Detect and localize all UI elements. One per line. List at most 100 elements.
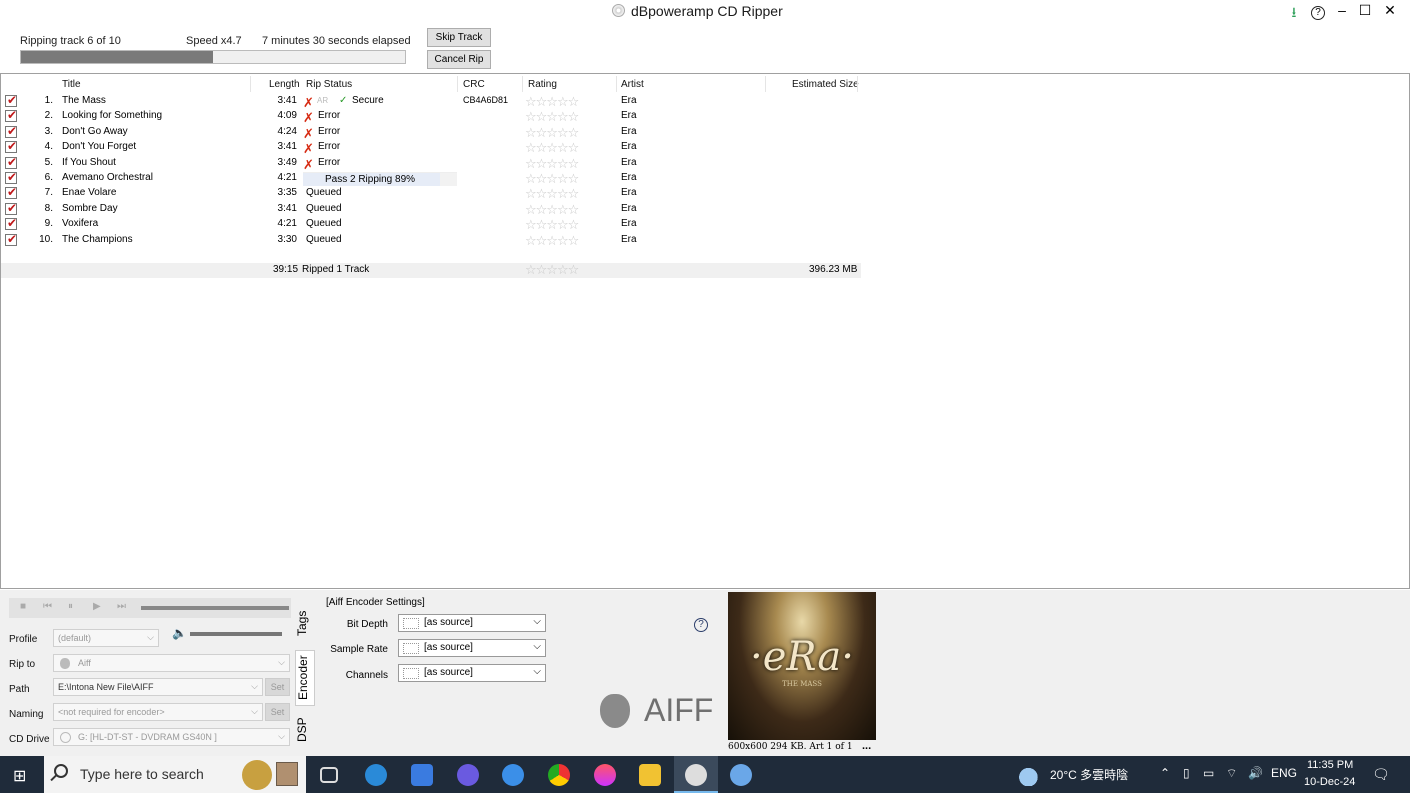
rating-stars[interactable]: ☆☆☆☆☆ (525, 218, 579, 232)
track-checkbox[interactable] (5, 124, 17, 138)
rating-stars[interactable]: ☆☆☆☆☆ (525, 202, 579, 217)
track-title[interactable]: Don't You Forget (62, 141, 136, 152)
rating-stars[interactable]: ☆☆☆☆☆ (525, 233, 579, 248)
track-artist[interactable]: Era (621, 187, 637, 198)
rating-stars[interactable]: ☆☆☆☆☆ (525, 110, 579, 124)
track-checkbox[interactable] (5, 185, 17, 200)
channels-select[interactable]: [as source] ⌵ (398, 664, 546, 682)
previous-icon[interactable]: ⏮ (43, 601, 52, 612)
close-button[interactable]: ✕ (1380, 2, 1400, 19)
maximize-button[interactable]: ☐ (1355, 2, 1375, 19)
track-checkbox[interactable] (5, 108, 17, 123)
weather-text[interactable]: 20°C 多雲時陰 (1050, 766, 1128, 783)
internet-explorer-icon[interactable] (502, 764, 524, 786)
track-row[interactable]: 8. Sombre Day 3:41 Queued ☆☆☆☆☆ Era (1, 201, 861, 217)
column-artist[interactable]: Artist (621, 79, 644, 90)
file-explorer-icon[interactable] (639, 764, 661, 786)
cd-drive-select[interactable]: G: [HL-DT-ST - DVDRAM GS40N ] ⌵ (53, 728, 290, 746)
battery-icon[interactable]: ▭ (1203, 766, 1214, 780)
track-row[interactable]: 6. Avemano Orchestral 4:21 Pass 2 Ripping 8… (1, 170, 861, 186)
track-title[interactable]: The Champions (62, 234, 133, 245)
skip-track-button[interactable]: Skip Track (427, 28, 491, 47)
cancel-rip-button[interactable]: Cancel Rip (427, 50, 491, 69)
track-artist[interactable]: Era (621, 218, 637, 229)
track-row[interactable]: 10. The Champions 3:30 Queued ☆☆☆☆☆ Era (1, 232, 861, 248)
track-title[interactable]: Sombre Day (62, 203, 118, 214)
itunes-icon[interactable] (594, 764, 616, 786)
sample-rate-select[interactable]: [as source] ⌵ (398, 639, 546, 657)
column-title[interactable]: Title (62, 79, 81, 90)
windows-start-icon[interactable]: ⊞ (13, 766, 26, 786)
rating-stars[interactable]: ☆☆☆☆☆ (525, 141, 579, 155)
track-artist[interactable]: Era (621, 157, 637, 168)
rating-stars[interactable]: ☆☆☆☆☆ (525, 156, 579, 171)
encoder-help-icon[interactable]: ? (694, 618, 708, 632)
notifications-icon[interactable]: 🗨 (1372, 766, 1390, 783)
taskbar-search-box[interactable]: Type here to search (44, 756, 306, 793)
tab-dsp[interactable]: DSP (295, 710, 315, 750)
rating-stars[interactable]: ☆☆☆☆☆ (525, 172, 579, 186)
naming-set-button[interactable]: Set (265, 703, 290, 721)
track-title[interactable]: Don't Go Away (62, 126, 128, 137)
rating-stars[interactable]: ☆☆☆☆☆ (525, 187, 579, 201)
seek-slider[interactable] (141, 606, 289, 610)
dbpoweramp-config-icon[interactable] (730, 764, 752, 786)
clock-time[interactable]: 11:35 PM (1307, 759, 1353, 771)
download-icon[interactable]: ⭳ (1284, 2, 1304, 26)
rip-to-select[interactable]: Aiff ⌵ (53, 654, 290, 672)
pause-icon[interactable]: ⏸ (68, 601, 73, 612)
column-rating[interactable]: Rating (528, 79, 557, 90)
track-row[interactable]: 4.Don't You Forget3:41✗Error☆☆☆☆☆Era (1, 139, 861, 156)
track-artist[interactable]: Era (621, 126, 637, 137)
speaker-icon[interactable]: 🔊 (1248, 766, 1263, 780)
album-art-more-button[interactable]: ... (862, 740, 871, 752)
track-title[interactable]: Avemano Orchestral (62, 172, 153, 183)
track-checkbox[interactable] (5, 232, 17, 246)
naming-input[interactable]: <not required for encoder> ⌵ (53, 703, 263, 721)
track-artist[interactable]: Era (621, 110, 637, 121)
rating-stars[interactable]: ☆☆☆☆☆ (525, 95, 579, 109)
store-icon[interactable] (411, 764, 433, 786)
bit-depth-select[interactable]: [as source] ⌵ (398, 614, 546, 632)
path-set-button[interactable]: Set (265, 678, 290, 696)
wifi-icon[interactable]: ⌔ (1226, 766, 1237, 781)
profile-select[interactable]: (default) ⌵ (53, 629, 159, 647)
language-indicator[interactable]: ENG (1271, 766, 1297, 780)
track-row[interactable]: 9. Voxifera 4:21 Queued ☆☆☆☆☆ Era (1, 216, 861, 232)
weather-icon[interactable] (1018, 764, 1044, 786)
track-checkbox[interactable] (5, 216, 17, 231)
stop-icon[interactable]: ■ (20, 601, 26, 612)
track-title[interactable]: Looking for Something (62, 110, 162, 121)
track-title[interactable]: Voxifera (62, 218, 98, 229)
device-icon[interactable]: ▯ (1183, 766, 1190, 780)
track-checkbox[interactable] (5, 139, 17, 154)
play-icon[interactable]: ▶ (93, 601, 101, 612)
track-checkbox[interactable] (5, 170, 17, 184)
track-title[interactable]: Enae Volare (62, 187, 117, 198)
track-checkbox[interactable] (5, 201, 17, 215)
track-title[interactable]: The Mass (62, 95, 106, 106)
chrome-icon[interactable] (548, 764, 570, 786)
track-artist[interactable]: Era (621, 172, 637, 183)
minimize-button[interactable]: – (1332, 2, 1352, 18)
track-artist[interactable]: Era (621, 203, 637, 214)
column-crc[interactable]: CRC (463, 79, 485, 90)
track-row[interactable]: 1.The Mass3:41✗AR✓SecureCB4A6D81☆☆☆☆☆Era (1, 93, 861, 110)
rating-stars[interactable]: ☆☆☆☆☆ (525, 125, 579, 140)
column-estimated-size[interactable]: Estimated Size (792, 79, 859, 90)
album-art[interactable]: ·eRa· THE MASS (728, 592, 876, 740)
track-row[interactable]: 3.Don't Go Away4:24✗Error☆☆☆☆☆Era (1, 124, 861, 141)
track-artist[interactable]: Era (621, 141, 637, 152)
track-checkbox[interactable] (5, 93, 17, 107)
clipchamp-icon[interactable] (457, 764, 479, 786)
column-rip-status[interactable]: Rip Status (306, 79, 352, 90)
track-row[interactable]: 7. Enae Volare 3:35 Queued ☆☆☆☆☆ Era (1, 185, 861, 201)
path-input[interactable]: E:\Intona New File\AIFF ⌵ (53, 678, 263, 696)
volume-icon[interactable]: 🔈 (172, 626, 187, 640)
track-checkbox[interactable] (5, 155, 17, 169)
edge-icon[interactable] (365, 764, 387, 786)
next-icon[interactable]: ⏭ (117, 601, 126, 612)
volume-slider[interactable] (190, 632, 282, 636)
track-row[interactable]: 2.Looking for Something4:09✗Error☆☆☆☆☆Er… (1, 108, 861, 125)
track-row[interactable]: 5.If You Shout3:49✗Error☆☆☆☆☆Era (1, 155, 861, 172)
